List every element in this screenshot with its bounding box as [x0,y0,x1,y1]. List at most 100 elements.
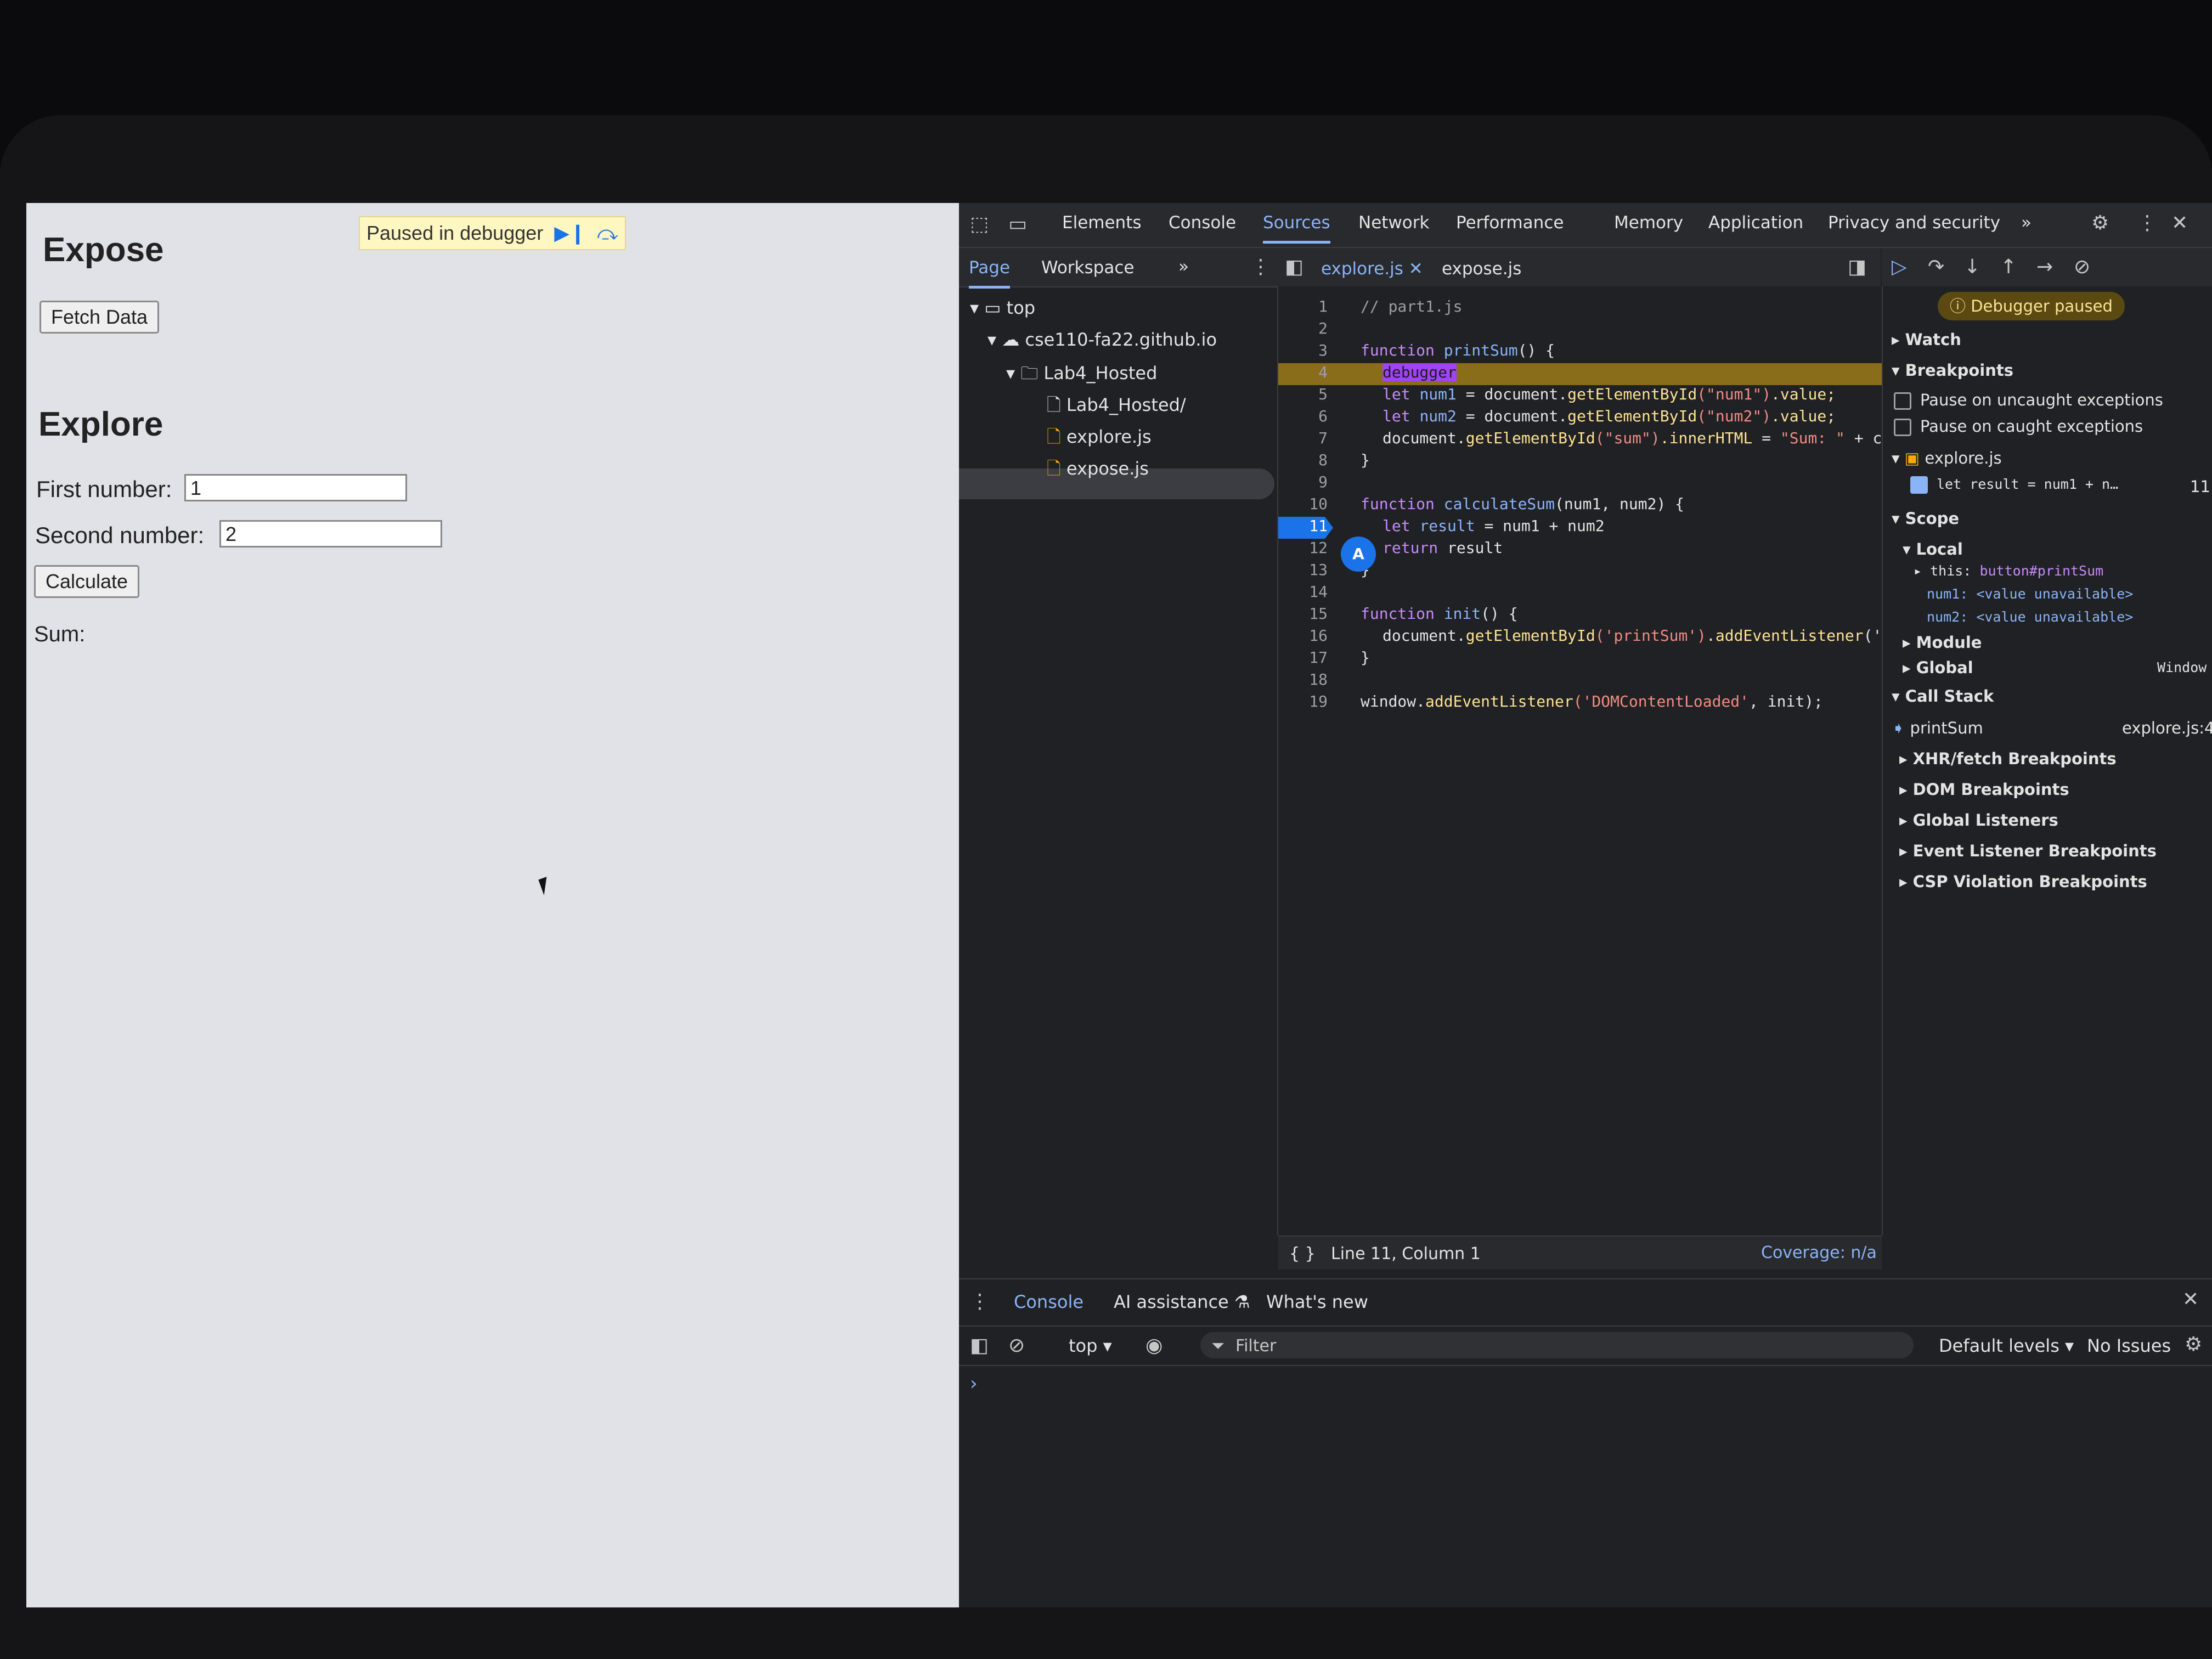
breakpoint-file[interactable]: ▾ ▣ explore.js [1892,449,2002,467]
tab-elements[interactable]: Elements [1062,213,1142,233]
step-into-icon[interactable]: ↓ [1964,256,1980,278]
second-number-input[interactable]: 2 [219,520,442,548]
global-scope[interactable]: ▸ Global [1903,658,1973,677]
fetch-data-button[interactable]: Fetch Data [40,301,160,334]
line-number[interactable]: 13 [1289,561,1328,579]
line-number[interactable]: 14 [1289,583,1328,601]
line-number[interactable]: 17 [1289,648,1328,667]
step-over-icon[interactable]: ↷ [1928,256,1944,278]
call-frame-printsum[interactable]: ➧ printSum [1892,719,1983,737]
line-number[interactable]: 7 [1289,429,1328,447]
local-scope[interactable]: ▾ Local [1903,540,1963,558]
tree-item-top[interactable]: ▾ ▭ top [970,297,1035,318]
line-number[interactable]: 10 [1289,495,1328,513]
console-sidebar-icon[interactable]: ◧ [970,1334,989,1357]
console-settings-gear-icon[interactable]: ⚙ [2185,1333,2202,1356]
dom-breakpoints-section[interactable]: ▸ DOM Breakpoints [1899,780,2069,799]
tree-item-domain[interactable]: ▾ ☁ cse110-fa22.github.io [988,329,1217,350]
step-over-icon[interactable]: ⤼ [597,222,618,245]
tree-item-index[interactable]: 🗋 Lab4_Hosted/ [1047,393,1186,422]
pretty-print-icon[interactable]: { } [1289,1244,1316,1263]
tab-privacy-security[interactable]: Privacy and security [1828,213,2000,233]
tab-application[interactable]: Application [1708,213,1803,233]
drawer-tab-console[interactable]: Console [1014,1291,1084,1312]
line-number[interactable]: 18 [1289,670,1328,689]
csp-violation-breakpoints-section[interactable]: ▸ CSP Violation Breakpoints [1899,872,2147,891]
line-number[interactable]: 6 [1289,407,1328,425]
toggle-navigator-icon[interactable]: ◧ [1285,256,1304,278]
line-number[interactable]: 15 [1289,605,1328,623]
webpage-viewport: Expose Fetch Data Paused in debugger ▶❙ … [26,203,959,1607]
drawer-menu-icon[interactable]: ⋮ [970,1290,990,1313]
tab-sources[interactable]: Sources [1263,213,1330,244]
tree-item-expose-js[interactable]: 🗋 expose.js [1047,456,1149,486]
module-scope[interactable]: ▸ Module [1903,633,1982,652]
tab-performance[interactable]: Performance [1456,213,1564,233]
log-levels-dropdown[interactable]: Default levels ▾ [1939,1335,2074,1356]
toggle-debugger-icon[interactable]: ◨ [1848,256,1866,278]
line-number[interactable]: 12 [1289,539,1328,557]
step-icon[interactable]: → [2036,256,2053,278]
breakpoint-entry[interactable]: let result = num1 + n… [1910,476,2118,494]
step-out-icon[interactable]: ↑ [2000,256,2017,278]
console-filter-input[interactable]: ⏷ Filter [1200,1332,1914,1358]
pause-uncaught-checkbox[interactable]: Pause on uncaught exceptions [1894,391,2163,410]
breakpoints-section[interactable]: ▾ Breakpoints [1892,361,2013,380]
editor-tab-expose-js[interactable]: expose.js [1442,259,1521,279]
line-number[interactable]: 1 [1289,297,1328,315]
deactivate-breakpoints-icon[interactable]: ⊘ [2074,256,2090,278]
pause-caught-checkbox[interactable]: Pause on caught exceptions [1894,417,2143,436]
watch-section[interactable]: ▸ Watch [1892,330,1961,349]
console-drawer: ⋮ Console AI assistance ⚗ What's new ✕ ◧… [959,1278,2212,1607]
breakpoint-badge[interactable]: A [1341,537,1376,572]
breakpoint-line: 11 [2190,477,2210,496]
js-file-icon: 🗋 [1047,458,1066,479]
inspect-element-icon[interactable]: ⬚ [970,213,989,235]
line-number[interactable]: 2 [1289,319,1328,337]
event-listener-breakpoints-section[interactable]: ▸ Event Listener Breakpoints [1899,842,2157,860]
tree-item-explore-js[interactable]: 🗋 explore.js [1047,425,1152,454]
line-number[interactable]: 9 [1289,473,1328,491]
xhr-breakpoints-section[interactable]: ▸ XHR/fetch Breakpoints [1899,749,2117,768]
mouse-cursor-icon [538,877,552,895]
settings-gear-icon[interactable]: ⚙ [2091,212,2109,234]
scope-this[interactable]: ▸ this: button#printSum [1914,563,2103,579]
filter-icon: ⏷ [1211,1336,1224,1356]
code-editor[interactable]: 1 // part1.js 2 3 function printSum() { 4 d… [1277,286,1891,1269]
global-listeners-section[interactable]: ▸ Global Listeners [1899,811,2058,830]
close-drawer-icon[interactable]: ✕ [2182,1288,2199,1311]
close-devtools-icon[interactable]: ✕ [2171,212,2188,234]
tab-network[interactable]: Network [1358,213,1429,233]
tab-console[interactable]: Console [1169,213,1236,233]
issues-counter[interactable]: No Issues [2087,1335,2171,1356]
line-number[interactable]: 8 [1289,451,1328,469]
console-prompt[interactable]: › [970,1373,978,1395]
resume-icon[interactable]: ▶❙ [554,222,586,245]
resume-icon[interactable]: ▷ [1892,256,1907,278]
editor-tab-explore-js[interactable]: explore.js ✕ [1321,259,1423,290]
tree-item-folder[interactable]: ▾ 🗀 Lab4_Hosted [1006,361,1157,391]
drawer-tab-whats-new[interactable]: What's new [1266,1291,1368,1312]
line-number[interactable]: 3 [1289,341,1328,359]
context-selector[interactable]: top ▾ [1069,1335,1112,1356]
coverage-status[interactable]: Coverage: n/a [1761,1243,1877,1262]
expand-arrow-icon: ▾ ▭ [970,297,1007,318]
kebab-menu-icon[interactable]: ⋮ [2137,212,2157,234]
call-frame-location[interactable]: explore.js:4 [2122,719,2212,737]
line-number[interactable]: 5 [1289,385,1328,403]
scope-section[interactable]: ▾ Scope [1892,509,1959,528]
line-number[interactable]: 19 [1289,692,1328,710]
line-number[interactable]: 11 [1289,517,1328,535]
line-number[interactable]: 4 [1289,363,1328,381]
tab-memory[interactable]: Memory [1614,213,1683,233]
close-tab-icon[interactable]: ✕ [1409,259,1423,279]
clear-console-icon[interactable]: ⊘ [1008,1334,1025,1357]
more-tabs-icon[interactable]: » [2021,213,2032,233]
first-number-input[interactable]: 1 [184,474,407,501]
drawer-tab-ai-assistance[interactable]: AI assistance ⚗ [1114,1291,1250,1312]
device-toolbar-icon[interactable]: ▭ [1008,213,1027,235]
line-number[interactable]: 16 [1289,627,1328,645]
call-stack-section[interactable]: ▾ Call Stack [1892,687,1994,706]
calculate-button[interactable]: Calculate [34,565,140,598]
live-expression-eye-icon[interactable]: ◉ [1146,1334,1163,1357]
